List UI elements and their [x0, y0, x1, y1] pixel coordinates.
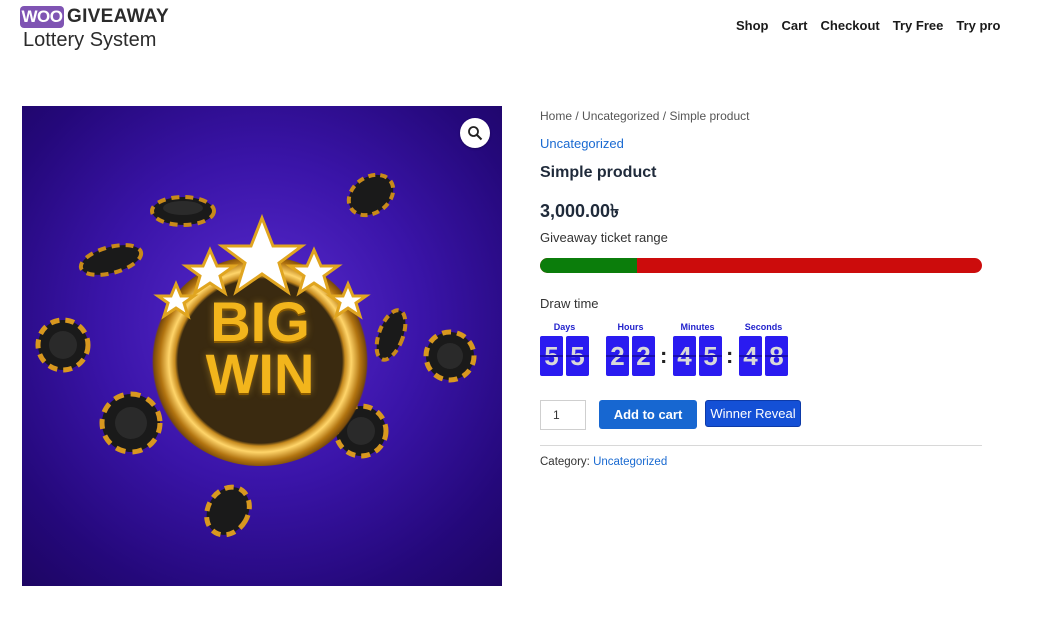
countdown-digit: 4: [673, 336, 696, 376]
product-meta: Category: Uncategorized: [540, 456, 667, 468]
divider: [540, 445, 982, 446]
breadcrumb-current: Simple product: [669, 109, 750, 123]
countdown-seconds: Seconds 4 8: [739, 322, 788, 376]
ticket-range-progress-fill: [540, 258, 638, 273]
countdown-digit: 4: [739, 336, 762, 376]
countdown-digit: 2: [606, 336, 629, 376]
breadcrumb-category[interactable]: Uncategorized: [582, 109, 659, 123]
countdown-hours-label: Hours: [617, 322, 644, 332]
breadcrumb: Home / Uncategorized / Simple product: [540, 109, 749, 123]
draw-time-label: Draw time: [540, 296, 599, 311]
category-meta-link[interactable]: Uncategorized: [593, 456, 667, 468]
breadcrumb-separator: /: [659, 109, 670, 123]
breadcrumb-separator: /: [572, 109, 583, 123]
category-link[interactable]: Uncategorized: [540, 136, 624, 151]
chip-4: [35, 317, 91, 373]
logo-badge: WOO: [20, 6, 64, 28]
countdown-digit: 8: [765, 336, 788, 376]
logo-brand: GIVEAWAY: [67, 6, 170, 27]
nav-checkout[interactable]: Checkout: [821, 18, 880, 34]
category-meta-label: Category:: [540, 456, 590, 468]
product-price: 3,000.00৳: [540, 201, 620, 221]
logo-subtitle: Lottery System: [23, 29, 157, 51]
countdown-hours: Hours 2 2: [606, 322, 655, 376]
countdown-seconds-label: Seconds: [744, 322, 783, 332]
chip-5: [423, 329, 477, 383]
product-title: Simple product: [540, 164, 657, 181]
ticket-range-label: Giveaway ticket range: [540, 230, 668, 245]
countdown-minutes: Minutes 4 5: [673, 322, 722, 376]
big-win-text: BIG WIN: [205, 290, 315, 405]
countdown-separator: :: [726, 343, 734, 368]
breadcrumb-home[interactable]: Home: [540, 109, 572, 123]
countdown-digit: 5: [699, 336, 722, 376]
countdown-timer: Days 5 5 Hours 2 2 : Minutes 4 5 : Secon…: [540, 322, 800, 378]
chip-2: [78, 243, 144, 277]
winner-reveal-button[interactable]: Winner Reveal: [705, 400, 801, 427]
magnifier-icon[interactable]: [460, 118, 490, 148]
countdown-digit: 5: [540, 336, 563, 376]
ticket-range-progress: [540, 258, 982, 273]
countdown-digit: 2: [632, 336, 655, 376]
nav-shop[interactable]: Shop: [736, 18, 769, 34]
chip-9: [204, 484, 252, 538]
quantity-input[interactable]: [540, 400, 586, 430]
nav-try-pro[interactable]: Try pro: [956, 18, 1000, 34]
countdown-separator: :: [660, 343, 668, 368]
countdown-minutes-label: Minutes: [680, 322, 715, 332]
chip-6: [374, 308, 408, 362]
countdown-digit: 5: [566, 336, 589, 376]
countdown-days-label: Days: [553, 322, 576, 332]
add-to-cart-button[interactable]: Add to cart: [599, 400, 697, 429]
product-image[interactable]: BIG WIN: [22, 106, 502, 586]
nav-try-free[interactable]: Try Free: [893, 18, 944, 34]
site-logo[interactable]: WOO GIVEAWAY Lottery System: [20, 6, 185, 52]
main-nav: Shop Cart Checkout Try Free Try pro: [736, 18, 1013, 34]
countdown-days: Days 5 5: [540, 322, 589, 376]
nav-cart[interactable]: Cart: [782, 18, 808, 34]
